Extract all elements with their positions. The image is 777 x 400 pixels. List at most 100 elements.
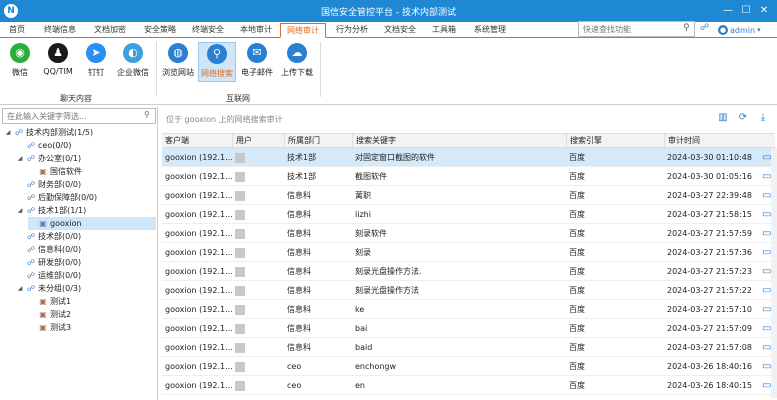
- column-header[interactable]: 客户端: [162, 134, 232, 148]
- cell-user: [232, 376, 284, 395]
- tree-node[interactable]: ☍ 后勤保障部(0/0): [16, 191, 97, 204]
- tree-node-label: 未分组(0/3): [38, 284, 82, 293]
- table-row[interactable]: gooxion (192.1... 信息科 刻录软件 百度 2024-03-27 21:…: [162, 224, 775, 243]
- ribbon-dingtalk-button[interactable]: ➤ 钉钉: [82, 42, 110, 82]
- tab-terminal-security[interactable]: 终端安全: [186, 23, 230, 38]
- tree-node[interactable]: ◢ ☍ 技术1部(1/1): [16, 204, 87, 217]
- table-row[interactable]: gooxion (192.1... 信息科 刻录光盘操作方法 百度 2024-03-27…: [162, 281, 775, 300]
- expand-toggle[interactable]: ◢: [16, 204, 24, 217]
- cell-time: 2024-03-27 21:58:15: [667, 210, 752, 219]
- table-row[interactable]: gooxion (192.1... ceo enchongw 百度 2024-03-26…: [162, 357, 775, 376]
- tree-filter-input[interactable]: [2, 108, 156, 124]
- tab-doc-encryption[interactable]: 文档加密: [88, 23, 132, 38]
- cell-keyword: 刻录软件: [355, 229, 387, 238]
- close-button[interactable]: ✕: [755, 3, 773, 19]
- search-icon[interactable]: ⚲: [683, 23, 690, 33]
- cell-dept: 信息科: [287, 267, 311, 276]
- export-icon[interactable]: ⤓: [757, 112, 769, 124]
- table-row[interactable]: gooxion (192.1... 信息科 刻录 百度 2024-03-27 21:57…: [162, 243, 775, 262]
- tree-node[interactable]: ☍ 财务部(0/0): [16, 178, 81, 191]
- ribbon-browse-button[interactable]: ◍ 浏览网站: [160, 42, 196, 82]
- tab-local-audit[interactable]: 本地审计: [234, 23, 278, 38]
- tab-behavior-analysis[interactable]: 行为分析: [330, 23, 374, 38]
- table-row[interactable]: gooxion (192.1... 信息科 baid 百度 2024-03-27 21:…: [162, 338, 775, 357]
- ribbon-upload-download-button[interactable]: ☁ 上传下载: [278, 42, 316, 82]
- cell-dept: 信息科: [287, 286, 311, 295]
- tree-node[interactable]: ☍ ceo(0/0): [16, 139, 71, 152]
- tree-node[interactable]: ▣ 测试3: [28, 321, 71, 334]
- ribbon-label: 上传下载: [281, 68, 313, 77]
- cell-client: gooxion (192.1...: [165, 343, 232, 352]
- table-row[interactable]: gooxion (192.1... 信息科 刻录光盘操作方法. 百度 2024-03-2…: [162, 262, 775, 281]
- cell-keyword: 刻录光盘操作方法.: [355, 267, 422, 276]
- tree-node-selected[interactable]: ▣ gooxion: [28, 217, 156, 230]
- expand-toggle[interactable]: ◢: [16, 152, 24, 165]
- tree-node[interactable]: ◢ ☍ 未分组(0/3): [16, 282, 81, 295]
- cell-dept: 信息科: [287, 305, 311, 314]
- column-header[interactable]: 搜索引擎: [566, 134, 664, 148]
- ribbon-wechat-button[interactable]: ◉ 微信: [6, 42, 34, 82]
- table-row[interactable]: gooxion (192.1... 信息科 lizhi 百度 2024-03-27 21…: [162, 205, 775, 224]
- cell-dept: 信息科: [287, 248, 311, 257]
- tree-node[interactable]: ☍ 研发部(0/0): [16, 256, 81, 269]
- tree-node[interactable]: ▣ 测试2: [28, 308, 71, 321]
- table-row[interactable]: gooxion (192.1... 信息科 ke 百度 2024-03-27 21:57…: [162, 300, 775, 319]
- tab-security-policy[interactable]: 安全策略: [138, 23, 182, 38]
- tree-node[interactable]: ☍ 运维部(0/0): [16, 269, 81, 282]
- search-icon[interactable]: ⚲: [144, 110, 150, 119]
- tab-system-management[interactable]: 系统管理: [468, 23, 512, 38]
- column-header[interactable]: 搜索关键字: [352, 134, 566, 148]
- tree-node[interactable]: ▣ 测试1: [28, 295, 71, 308]
- user-avatar-icon: ●: [718, 25, 728, 35]
- ribbon-qq-button[interactable]: ♟ QQ/TIM: [40, 42, 76, 82]
- tree-node[interactable]: ▣ 国信软件: [28, 165, 82, 178]
- column-header[interactable]: 用户: [232, 134, 284, 148]
- tab-doc-security[interactable]: 文档安全: [378, 23, 422, 38]
- table-row[interactable]: gooxion (192.1... 信息科 bai 百度 2024-03-27 21:5…: [162, 319, 775, 338]
- tab-toolbox[interactable]: 工具箱: [426, 23, 462, 38]
- ribbon-email-button[interactable]: ✉ 电子邮件: [238, 42, 276, 82]
- search-audit-table: 客户端 用户 所属部门 搜索关键字 搜索引擎 审计时间 gooxion (192…: [162, 133, 775, 395]
- columns-icon[interactable]: ▥: [717, 112, 729, 124]
- maximize-button[interactable]: ☐: [737, 3, 755, 19]
- chevron-down-icon: ▾: [757, 26, 761, 34]
- cell-keyword: lizhi: [355, 210, 371, 219]
- cell-time: 2024-03-27 21:57:36: [667, 248, 752, 257]
- user-menu[interactable]: ● admin ▾: [718, 22, 761, 38]
- tree-node[interactable]: ☍ 技术部(0/0): [16, 230, 81, 243]
- tab-home[interactable]: 首页: [4, 23, 30, 38]
- cloud-icon: ☁: [287, 43, 307, 63]
- globe-icon: ◍: [168, 43, 188, 63]
- cell-time: 2024-03-27 21:57:10: [667, 305, 752, 314]
- org-icon: ☍: [26, 206, 36, 215]
- tab-terminal-info[interactable]: 终端信息: [38, 23, 82, 38]
- cell-engine: 百度: [569, 324, 585, 333]
- table-row[interactable]: gooxion (192.1... 技术1部 对固定窗口截图的软件 百度 2024-03…: [162, 148, 775, 167]
- table-row[interactable]: gooxion (192.1... ceo en 百度 2024-03-26 18:40…: [162, 376, 775, 395]
- tree-node[interactable]: ◢ ☍ 技术内部测试(1/5): [4, 126, 93, 139]
- refresh-icon[interactable]: ⟳: [737, 112, 749, 124]
- org-chart-icon[interactable]: ☍: [700, 23, 714, 35]
- ribbon-wework-button[interactable]: ◐ 企业微信: [114, 42, 152, 82]
- tree-node[interactable]: ◢ ☍ 办公室(0/1): [16, 152, 81, 165]
- tab-network-audit[interactable]: 网络审计: [280, 23, 326, 38]
- minimize-button[interactable]: —: [719, 3, 737, 19]
- table-row[interactable]: gooxion (192.1... 技术1部 截图软件 百度 2024-03-30 01…: [162, 167, 775, 186]
- vertical-scrollbar[interactable]: [771, 148, 777, 398]
- cell-keyword: 蓠职: [355, 191, 371, 200]
- ribbon-label: 网络搜索: [201, 69, 233, 78]
- expand-toggle[interactable]: ◢: [4, 126, 12, 139]
- quick-search-input[interactable]: [578, 21, 695, 37]
- table-row[interactable]: gooxion (192.1... 信息科 蓠职 百度 2024-03-27 22:39…: [162, 186, 775, 205]
- tree-node-label: 测试2: [50, 310, 72, 319]
- ribbon-web-search-button[interactable]: ⚲ 网络搜索: [198, 42, 236, 82]
- expand-toggle[interactable]: ◢: [16, 282, 24, 295]
- column-header[interactable]: 审计时间: [664, 134, 769, 148]
- computer-offline-icon: ▣: [39, 297, 47, 306]
- tree-node-label: 办公室(0/1): [38, 154, 82, 163]
- tree-node[interactable]: ☍ 信息科(0/0): [16, 243, 81, 256]
- cell-time: 2024-03-27 21:57:22: [667, 286, 752, 295]
- cell-time: 2024-03-30 01:10:48: [667, 153, 752, 162]
- column-header[interactable]: 所属部门: [284, 134, 352, 148]
- cell-user: [232, 338, 284, 357]
